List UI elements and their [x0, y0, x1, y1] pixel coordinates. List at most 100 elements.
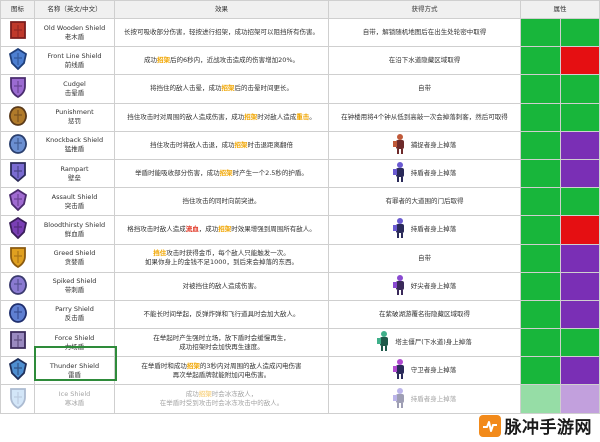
icon-cell: [0, 384, 35, 414]
name-en: Force Shield: [54, 333, 95, 342]
effect-text: 格挡攻击时敌人造成: [127, 225, 186, 234]
zombie-enemy: [377, 330, 391, 355]
effect-text: 在举起时产生强时立场，放下盾时会缓慢再生，: [153, 333, 290, 342]
attribute-green-cell: [520, 328, 561, 358]
table-row: Rampart 壁垒 举盾时能吸收部分伤害，成功招架时产生一个2.5秒的护盾。 持盾者…: [0, 158, 600, 189]
effect-cell: 举盾时能吸收部分伤害，成功招架时产生一个2.5秒的护盾。: [114, 158, 329, 189]
effect-text: 成功招架时会加快再生速度。: [179, 342, 264, 351]
effect-cell: 将挡住的敌人击晕，成功招架后的击晕时间更长。: [114, 74, 329, 104]
shields-table: 图标 名称（英文/中文） 效果 获得方式 属性 Old Wooden Shiel…: [0, 0, 600, 414]
name-en: Rampart: [60, 164, 89, 173]
effect-text: 挡住攻击时将敌人击退，成功: [150, 140, 235, 149]
icon-cell: [0, 356, 35, 386]
attribute-green-cell: [520, 271, 561, 301]
attribute-purple-cell: [559, 384, 600, 414]
acquire-text: 在沿下水道隐藏区域取得: [388, 56, 461, 65]
knockback-shield-icon: [8, 133, 28, 157]
attribute-green-cell: [520, 356, 561, 386]
attribute-green-cell: [559, 102, 600, 132]
table-row: Old Wooden Shield 老木盾 长按可吸收部分伤害，轻按进行招架，成功招…: [0, 17, 600, 48]
rampart-icon: [8, 162, 28, 185]
name-cell: Thunder Shield 雷盾: [34, 356, 115, 386]
effect-text: 成功: [185, 390, 199, 399]
name-cell: Cudgel 击晕盾: [34, 74, 115, 104]
name-cell: Rampart 壁垒: [34, 158, 115, 189]
table-row: Thunder Shield 雷盾 在举盾时和成功招架的3秒内对周围的敌人造成闪电伤…: [0, 356, 600, 386]
effect-text: 将挡住的敌人击晕，成功: [150, 84, 222, 93]
name-cell: Greed Shield 贪婪盾: [34, 243, 115, 273]
table-row: Ice Shield 寒冰盾 成功招架时会冰冻敌人， 在举盾时受到攻击时会冰冻攻击中的…: [0, 384, 600, 414]
effect-cell: 格挡攻击时敌人造成流血，成功招架时效果增强到周围所有敌人。: [114, 215, 329, 245]
header-effect: 效果: [114, 0, 329, 19]
effect-keyword: 招架: [156, 56, 170, 65]
effect-text: 对被挡住的敌人造成伤害。: [182, 281, 261, 290]
acquire-cell: 持盾者身上掉落: [328, 158, 521, 189]
knight-enemy: [392, 133, 407, 158]
name-cn: 老木盾: [64, 32, 85, 41]
acquire-cell: 好尖者身上掉落: [328, 271, 521, 301]
acquire-text: 在紫破湖游覆名街隐藏区域取得: [379, 309, 470, 318]
guard-enemy: [392, 358, 407, 383]
header-name: 名称（英文/中文）: [34, 0, 115, 19]
name-en: Bloodthirsty Shield: [43, 220, 106, 229]
effect-keyword: 招架: [198, 390, 212, 399]
effect-text: 攻击时获得金币，每个敌人只能触发一次。: [166, 249, 290, 258]
effect-cell: 成功招架时会冰冻敌人， 在举盾时受到攻击时会冰冻攻击中的敌人。: [114, 384, 329, 414]
name-cell: Old Wooden Shield 老木盾: [34, 17, 115, 48]
name-cell: Spiked Shield 带刺盾: [34, 271, 115, 301]
table-row: Greed Shield 贪婪盾 挡住攻击时获得金币，每个敌人只能触发一次。 如果你身…: [0, 243, 600, 273]
acquire-content: 塔主僵尸(下水道)身上掉落: [330, 330, 520, 356]
acquire-text: 自带，解锁随机地图后在出生处轮密中取得: [362, 28, 487, 37]
shieldbearer-enemy: [392, 161, 407, 186]
acquire-text: 持盾者身上掉落: [410, 225, 457, 234]
acquire-content: 自带: [330, 76, 520, 102]
effect-text: 挡住攻击时对周围的敌人造成伤害，成功: [127, 112, 245, 121]
icon-cell: [0, 328, 35, 358]
effect-keyword: 招架: [234, 140, 248, 149]
effect-text: 时击退距离翻倍: [247, 140, 294, 149]
acquire-content: 在紫破湖游覆名街隐藏区域取得: [330, 301, 520, 327]
icon-cell: [0, 46, 35, 76]
icon-cell: [0, 17, 35, 48]
name-cn: 前线盾: [64, 60, 85, 69]
effect-text: 时对敌人造成: [257, 112, 297, 121]
name-en: Thunder Shield: [49, 361, 100, 370]
watermark-text: 脉冲手游网: [504, 418, 592, 438]
acquire-text: 自带: [418, 84, 431, 93]
name-cn: 猛推盾: [64, 145, 85, 154]
effect-keyword: 招架: [221, 84, 235, 93]
effect-text: 长按可吸收部分伤害，轻按进行招架，成功招架可以阻挡所有伤害。: [124, 28, 319, 37]
acquire-content: 在钟楼用将4个钟从低到高敲一次会掉落刺客，然后可取得: [330, 104, 520, 130]
effect-cell: 长按可吸收部分伤害，轻按进行招架，成功招架可以阻挡所有伤害。: [114, 17, 329, 48]
icon-cell: [0, 271, 35, 301]
name-cell: Front Line Shield 前线盾: [34, 46, 115, 76]
attribute-green-cell: [559, 328, 600, 358]
name-cell: Parry Shield 反击盾: [34, 299, 115, 330]
attribute-green-cell: [520, 74, 561, 104]
ice-shield-icon: [8, 387, 28, 411]
table-row: Knockback Shield 猛推盾 挡住攻击时将敌人击退，成功招架时击退距离翻…: [0, 130, 600, 160]
cudgel-icon: [8, 77, 28, 100]
table-row: Spiked Shield 带刺盾 对被挡住的敌人造成伤害。 好尖者身上掉落: [0, 271, 600, 301]
name-cell: Bloodthirsty Shield 鲜血盾: [34, 215, 115, 245]
attribute-green-cell: [520, 187, 561, 217]
bloodthirsty-shield-icon: [8, 217, 28, 241]
acquire-content: 自带，解锁随机地图后在出生处轮密中取得: [330, 20, 520, 46]
header-icon: 图标: [0, 0, 35, 19]
acquire-content: 在沿下水道隐藏区域取得: [330, 48, 520, 74]
name-cn: 突击盾: [64, 201, 85, 210]
attribute-green-cell: [520, 243, 561, 273]
attribute-green-cell: [520, 130, 561, 160]
attribute-green-cell: [520, 299, 561, 330]
effect-text: 挡住攻击的同时向前突进。: [182, 197, 261, 206]
acquire-cell: 塔主僵尸(下水道)身上掉落: [328, 328, 521, 358]
effect-text: 如果你身上的金钱不足1000，到后来会掉落的东西。: [144, 258, 299, 267]
name-cell: Punishment 惩罚: [34, 102, 115, 132]
name-cn: 壁垒: [68, 173, 81, 182]
effect-keyword: 挡住: [153, 249, 167, 258]
name-en: Cudgel: [63, 79, 86, 88]
name-cell: Ice Shield 寒冰盾: [34, 384, 115, 414]
name-cell: Force Shield 力场盾: [34, 328, 115, 358]
front-line-shield-icon: [8, 48, 28, 72]
effect-text: 成功: [143, 56, 157, 65]
